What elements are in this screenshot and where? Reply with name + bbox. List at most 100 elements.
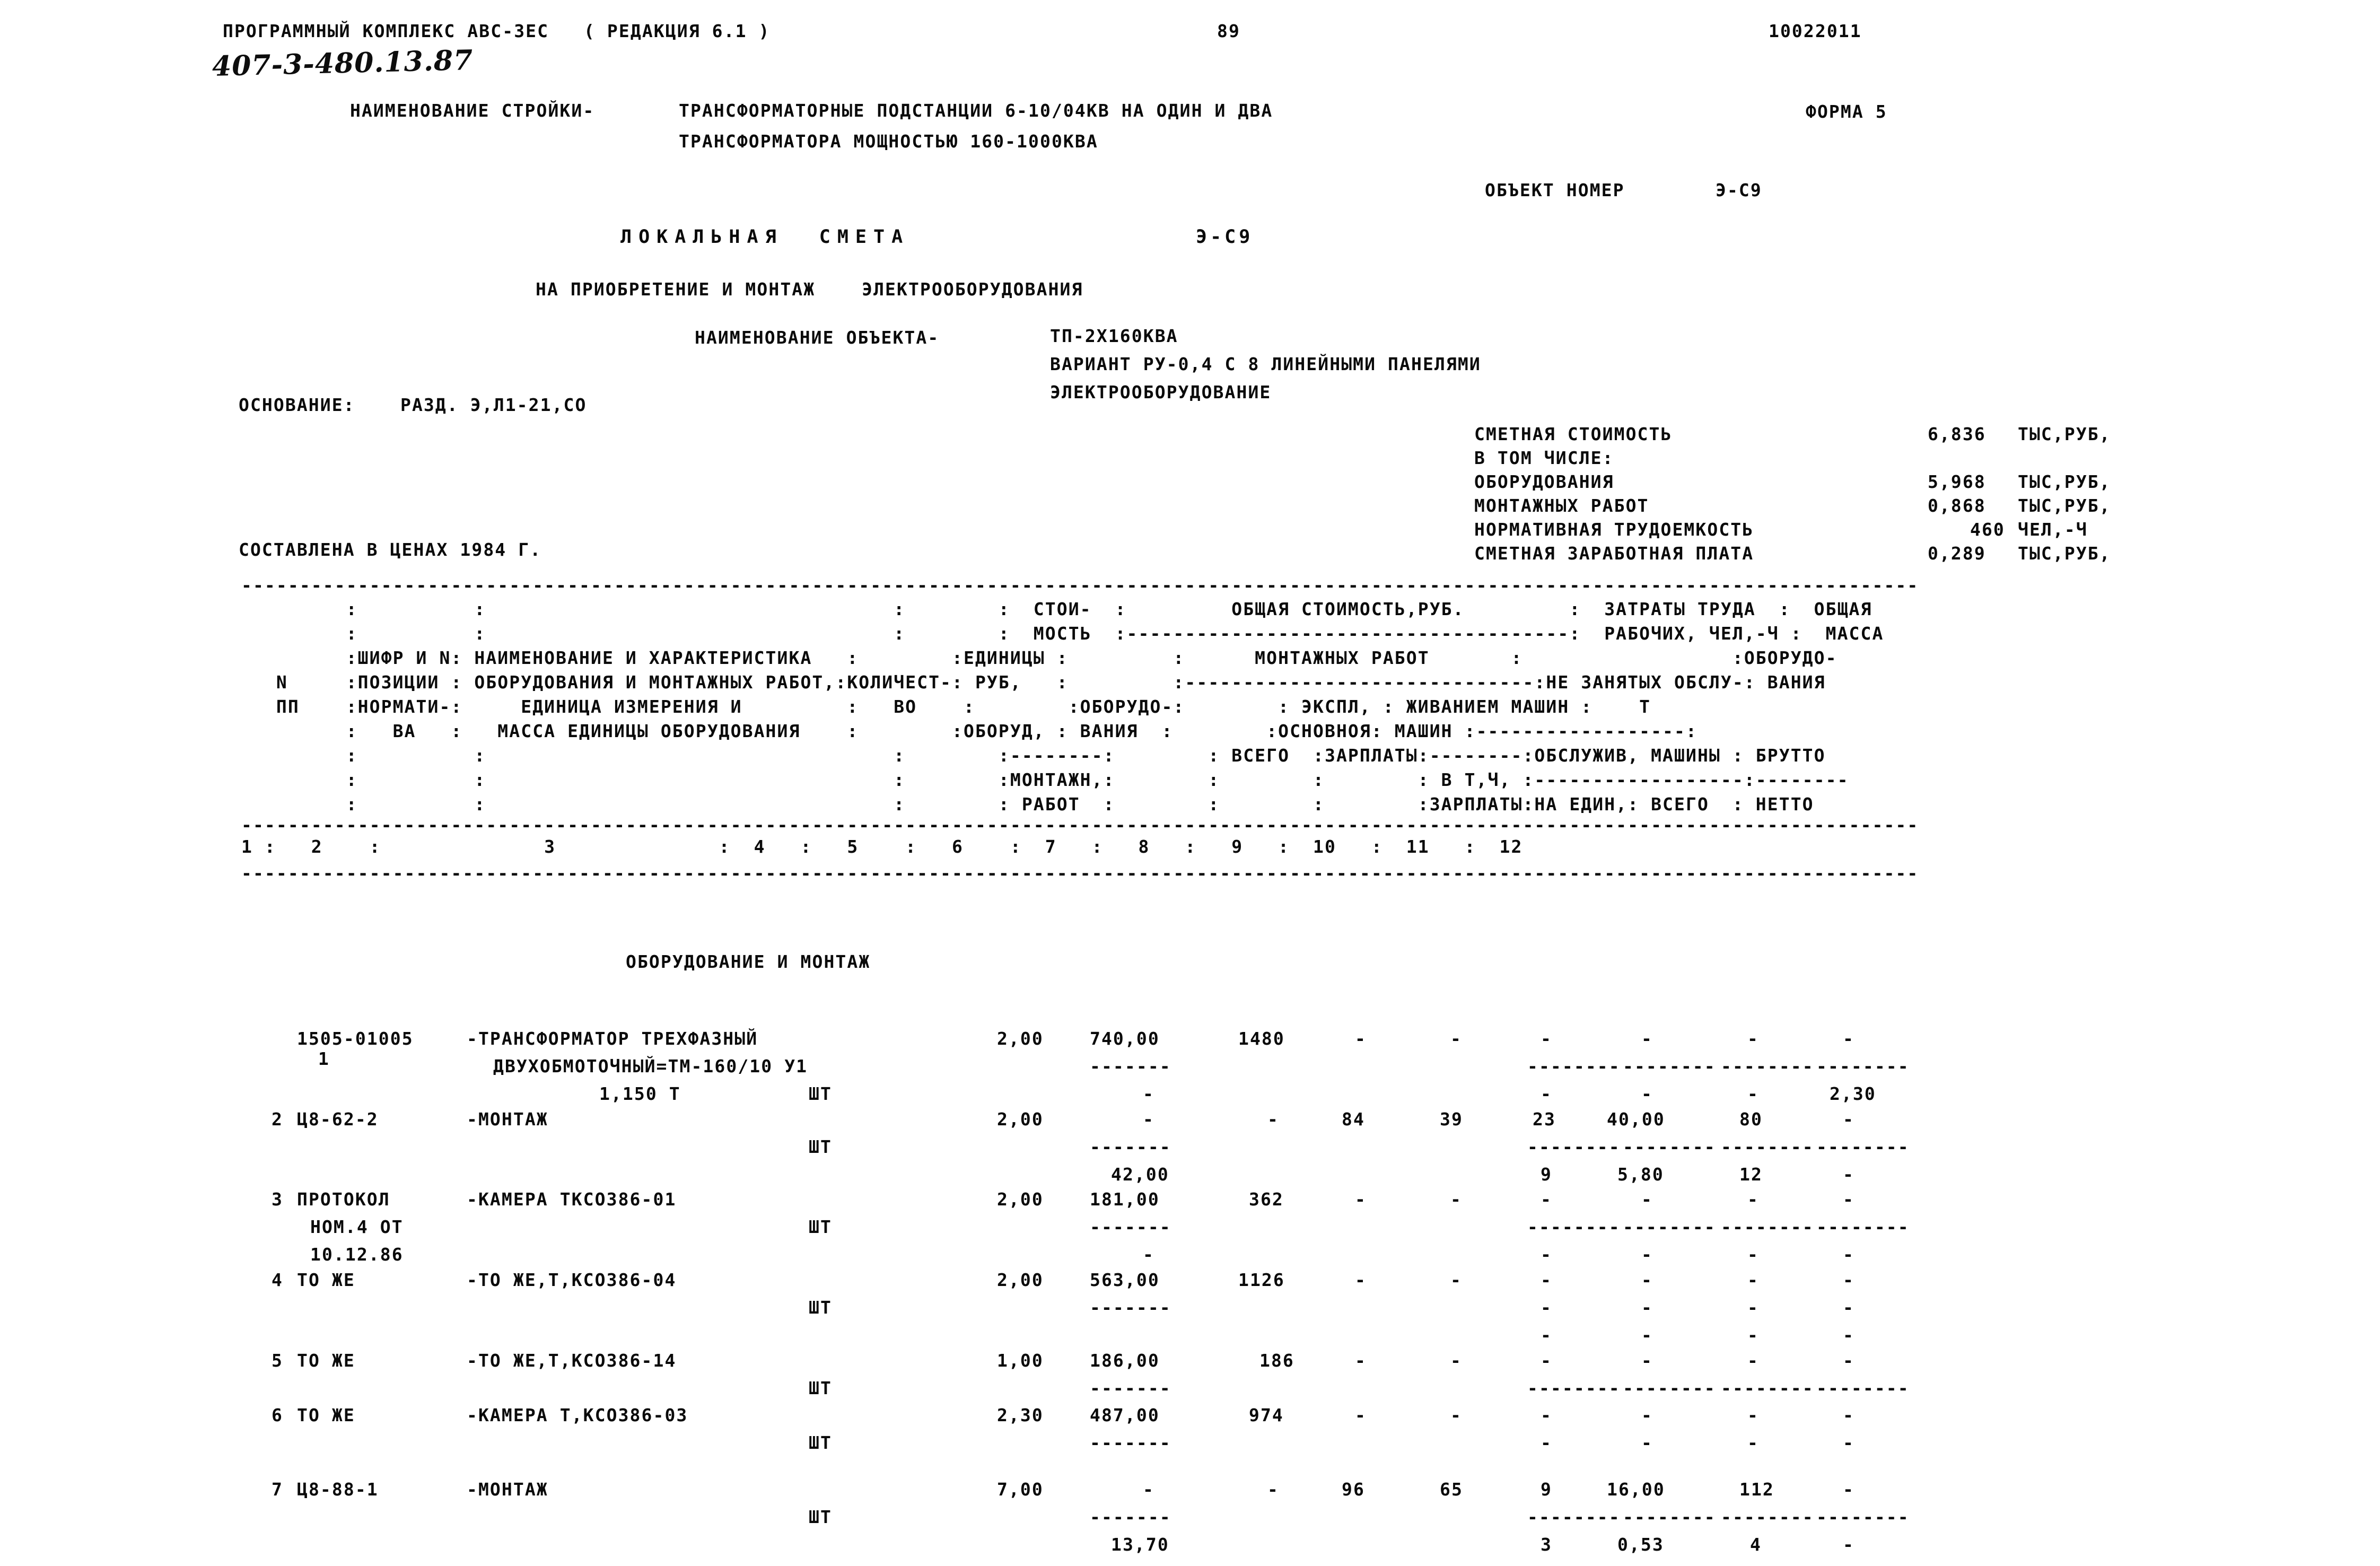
row-per-unit: 112 xyxy=(1739,1479,1774,1500)
table-column-numbers: 1 : 2 : 3 : 4 : 5 : 6 : 7 : 8 : 9 : 10 :… xyxy=(241,836,1523,857)
row-sub-mark-2: - xyxy=(1747,1244,1759,1265)
row-subtotal-rule-2: -------- xyxy=(1623,1378,1716,1398)
row-base-wage: - xyxy=(1450,1350,1462,1371)
row-machine-wage: 16,00 xyxy=(1607,1479,1665,1500)
row-total: - xyxy=(1355,1405,1367,1425)
summary-label-2: ОБОРУДОВАНИЯ xyxy=(1474,471,1614,492)
row-subtotal-rule-4: -------- xyxy=(1816,1056,1910,1077)
object-name-line-3: ЭЛЕКТРООБОРУДОВАНИЕ xyxy=(1050,382,1272,403)
prices-note: СОСТАВЛЕНА В ЦЕНАХ 1984 Г. xyxy=(239,539,542,560)
row-subtotal-rule-3: -------- xyxy=(1721,1507,1814,1527)
row-labor-total: - xyxy=(1843,1270,1854,1290)
summary-unit-3: ТЫС,РУБ, xyxy=(2018,495,2111,516)
row-unit-price: 181,00 xyxy=(1090,1189,1160,1210)
row-machine-wage: - xyxy=(1641,1350,1653,1371)
row-code: ТО ЖЕ xyxy=(297,1350,355,1371)
table-header-row-6: : : : :--------: : ВСЕГО :ЗАРПЛАТЫ:-----… xyxy=(241,745,1826,766)
summary-unit-2: ТЫС,РУБ, xyxy=(2018,471,2111,492)
table-row: 2 xyxy=(272,1109,283,1130)
row-sub-d: - xyxy=(1641,1297,1653,1318)
row-subtotal-rule-4: -------- xyxy=(1816,1378,1910,1398)
table-header-row-7: : : : :МОНТАЖН,: : : : В Т,Ч, :---------… xyxy=(241,769,1849,790)
row-total: 84 xyxy=(1342,1109,1365,1130)
row-subtotal-rule-1: -------- xyxy=(1527,1056,1621,1077)
row-machine-exp: 23 xyxy=(1533,1109,1556,1130)
row-subtotal-machine-exp: 9 xyxy=(1541,1164,1552,1185)
row-subtotal-rule-3: -------- xyxy=(1721,1056,1814,1077)
table-header-row-0: : : : : СТОИ- : ОБЩАЯ СТОИМОСТЬ,РУБ. : З… xyxy=(241,599,1872,619)
row-subtotal-rule-price: ------- xyxy=(1090,1432,1171,1453)
row-base-wage: - xyxy=(1450,1189,1462,1210)
row-labor-total: - xyxy=(1843,1109,1854,1130)
row-total: - xyxy=(1355,1350,1367,1371)
row-machine-exp: - xyxy=(1541,1270,1552,1290)
table-row: 6 xyxy=(272,1405,283,1425)
row-subtotal-per-unit: 4 xyxy=(1750,1534,1762,1555)
row-subtotal-rule-2: -------- xyxy=(1623,1056,1716,1077)
row-quantity: 2,00 xyxy=(997,1189,1044,1210)
table-row: 7 xyxy=(272,1479,283,1500)
row-sub-b: - xyxy=(1143,1083,1154,1104)
row-name: -МОНТАЖ xyxy=(467,1479,548,1500)
row-subtotal-price: 42,00 xyxy=(1111,1164,1169,1185)
row-subtotal-machine-wage: 5,80 xyxy=(1617,1164,1664,1185)
program-title: ПРОГРАММНЫЙ КОМПЛЕКС АВС-ЗЕС ( РЕДАКЦИЯ … xyxy=(223,21,771,41)
estimate-title: ЛОКАЛЬНАЯ СМЕТА xyxy=(620,226,910,248)
row-per-unit: - xyxy=(1747,1405,1759,1425)
form-label: ФОРМА 5 xyxy=(1806,101,1887,122)
row-mass-net: 2,30 xyxy=(1830,1083,1876,1104)
summary-unit-0: ТЫС,РУБ, xyxy=(2018,424,2111,444)
row-unit: ШТ xyxy=(809,1378,832,1398)
row-subtotal-rule-1: -------- xyxy=(1527,1507,1621,1527)
row-code: Ц8-62-2 xyxy=(297,1109,379,1130)
summary-value-2: 5,968 xyxy=(1928,471,1986,492)
row-sub-d: - xyxy=(1641,1244,1653,1265)
row-per-unit: 80 xyxy=(1739,1109,1763,1130)
row-name: -КАМЕРА ТКСО386-01 xyxy=(467,1189,677,1210)
row-machine-wage: - xyxy=(1641,1405,1653,1425)
basis-value: РАЗД. Э,Л1-21,СО xyxy=(400,395,587,415)
row-machine-wage: - xyxy=(1641,1270,1653,1290)
row-total: - xyxy=(1355,1028,1367,1049)
row-unit: ШТ xyxy=(809,1507,832,1527)
row-sub-c: - xyxy=(1541,1083,1552,1104)
row-base-wage: 39 xyxy=(1440,1109,1463,1130)
row-sub-mark-2b: - xyxy=(1747,1325,1759,1345)
table-top-rule: ----------------------------------------… xyxy=(241,575,1919,596)
object-name-label: НАИМЕНОВАНИЕ ОБЪЕКТА- xyxy=(695,327,940,348)
row-subtotal-rule-1: -------- xyxy=(1527,1378,1621,1398)
summary-label-3: МОНТАЖНЫХ РАБОТ xyxy=(1474,495,1649,516)
summary-value-3: 0,868 xyxy=(1928,495,1986,516)
table-row: 4 xyxy=(272,1270,283,1290)
row-unit: ШТ xyxy=(809,1136,832,1157)
table-header-row-4: ПП :НОРМАТИ-: ЕДИНИЦА ИЗМЕРЕНИЯ И : ВО :… xyxy=(241,696,1651,717)
row-equipment-cost: 362 xyxy=(1249,1189,1284,1210)
row-subtotal-machine-wage: 0,53 xyxy=(1617,1534,1664,1555)
document-code: 10022011 xyxy=(1769,21,1862,41)
row-machine-exp: - xyxy=(1541,1350,1552,1371)
row-code: 1505-01005 xyxy=(297,1028,414,1049)
summary-unit-4: ЧЕЛ,-Ч xyxy=(2018,519,2088,540)
row-base-wage: - xyxy=(1450,1028,1462,1049)
table-bottom-rule: ----------------------------------------… xyxy=(241,863,1919,883)
row-unit: ШТ xyxy=(809,1297,832,1318)
summary-label-4: НОРМАТИВНАЯ ТРУДОЕМКОСТЬ xyxy=(1474,519,1754,540)
row-mass-per-unit: 1,150 Т xyxy=(599,1083,681,1104)
row-machine-exp: - xyxy=(1541,1405,1552,1425)
row-per-unit: - xyxy=(1747,1350,1759,1371)
row-sub-c: - xyxy=(1541,1297,1552,1318)
row-machine-wage: - xyxy=(1641,1189,1653,1210)
row-subtotal-rule-1: -------- xyxy=(1527,1217,1621,1237)
page-number: 89 xyxy=(1217,21,1240,41)
row-equipment-cost: 1480 xyxy=(1238,1028,1285,1049)
row-sub-c-b: - xyxy=(1541,1325,1552,1345)
summary-label-1: В ТОМ ЧИСЛЕ: xyxy=(1474,448,1614,468)
row-subtotal-rule-3: -------- xyxy=(1721,1378,1814,1398)
printout-sheet: ПРОГРАММНЫЙ КОМПЛЕКС АВС-ЗЕС ( РЕДАКЦИЯ … xyxy=(0,0,2380,1566)
row-sub-mark-3b: - xyxy=(1843,1325,1854,1345)
row-quantity: 2,30 xyxy=(997,1405,1044,1425)
summary-value-4: 460 xyxy=(1970,519,2005,540)
row-subtotal-rule-price: ------- xyxy=(1090,1378,1171,1398)
row-unit-price: 740,00 xyxy=(1090,1028,1160,1049)
table-header-row-3: N :ПОЗИЦИИ : ОБОРУДОВАНИЯ И МОНТАЖНЫХ РА… xyxy=(241,672,1826,693)
